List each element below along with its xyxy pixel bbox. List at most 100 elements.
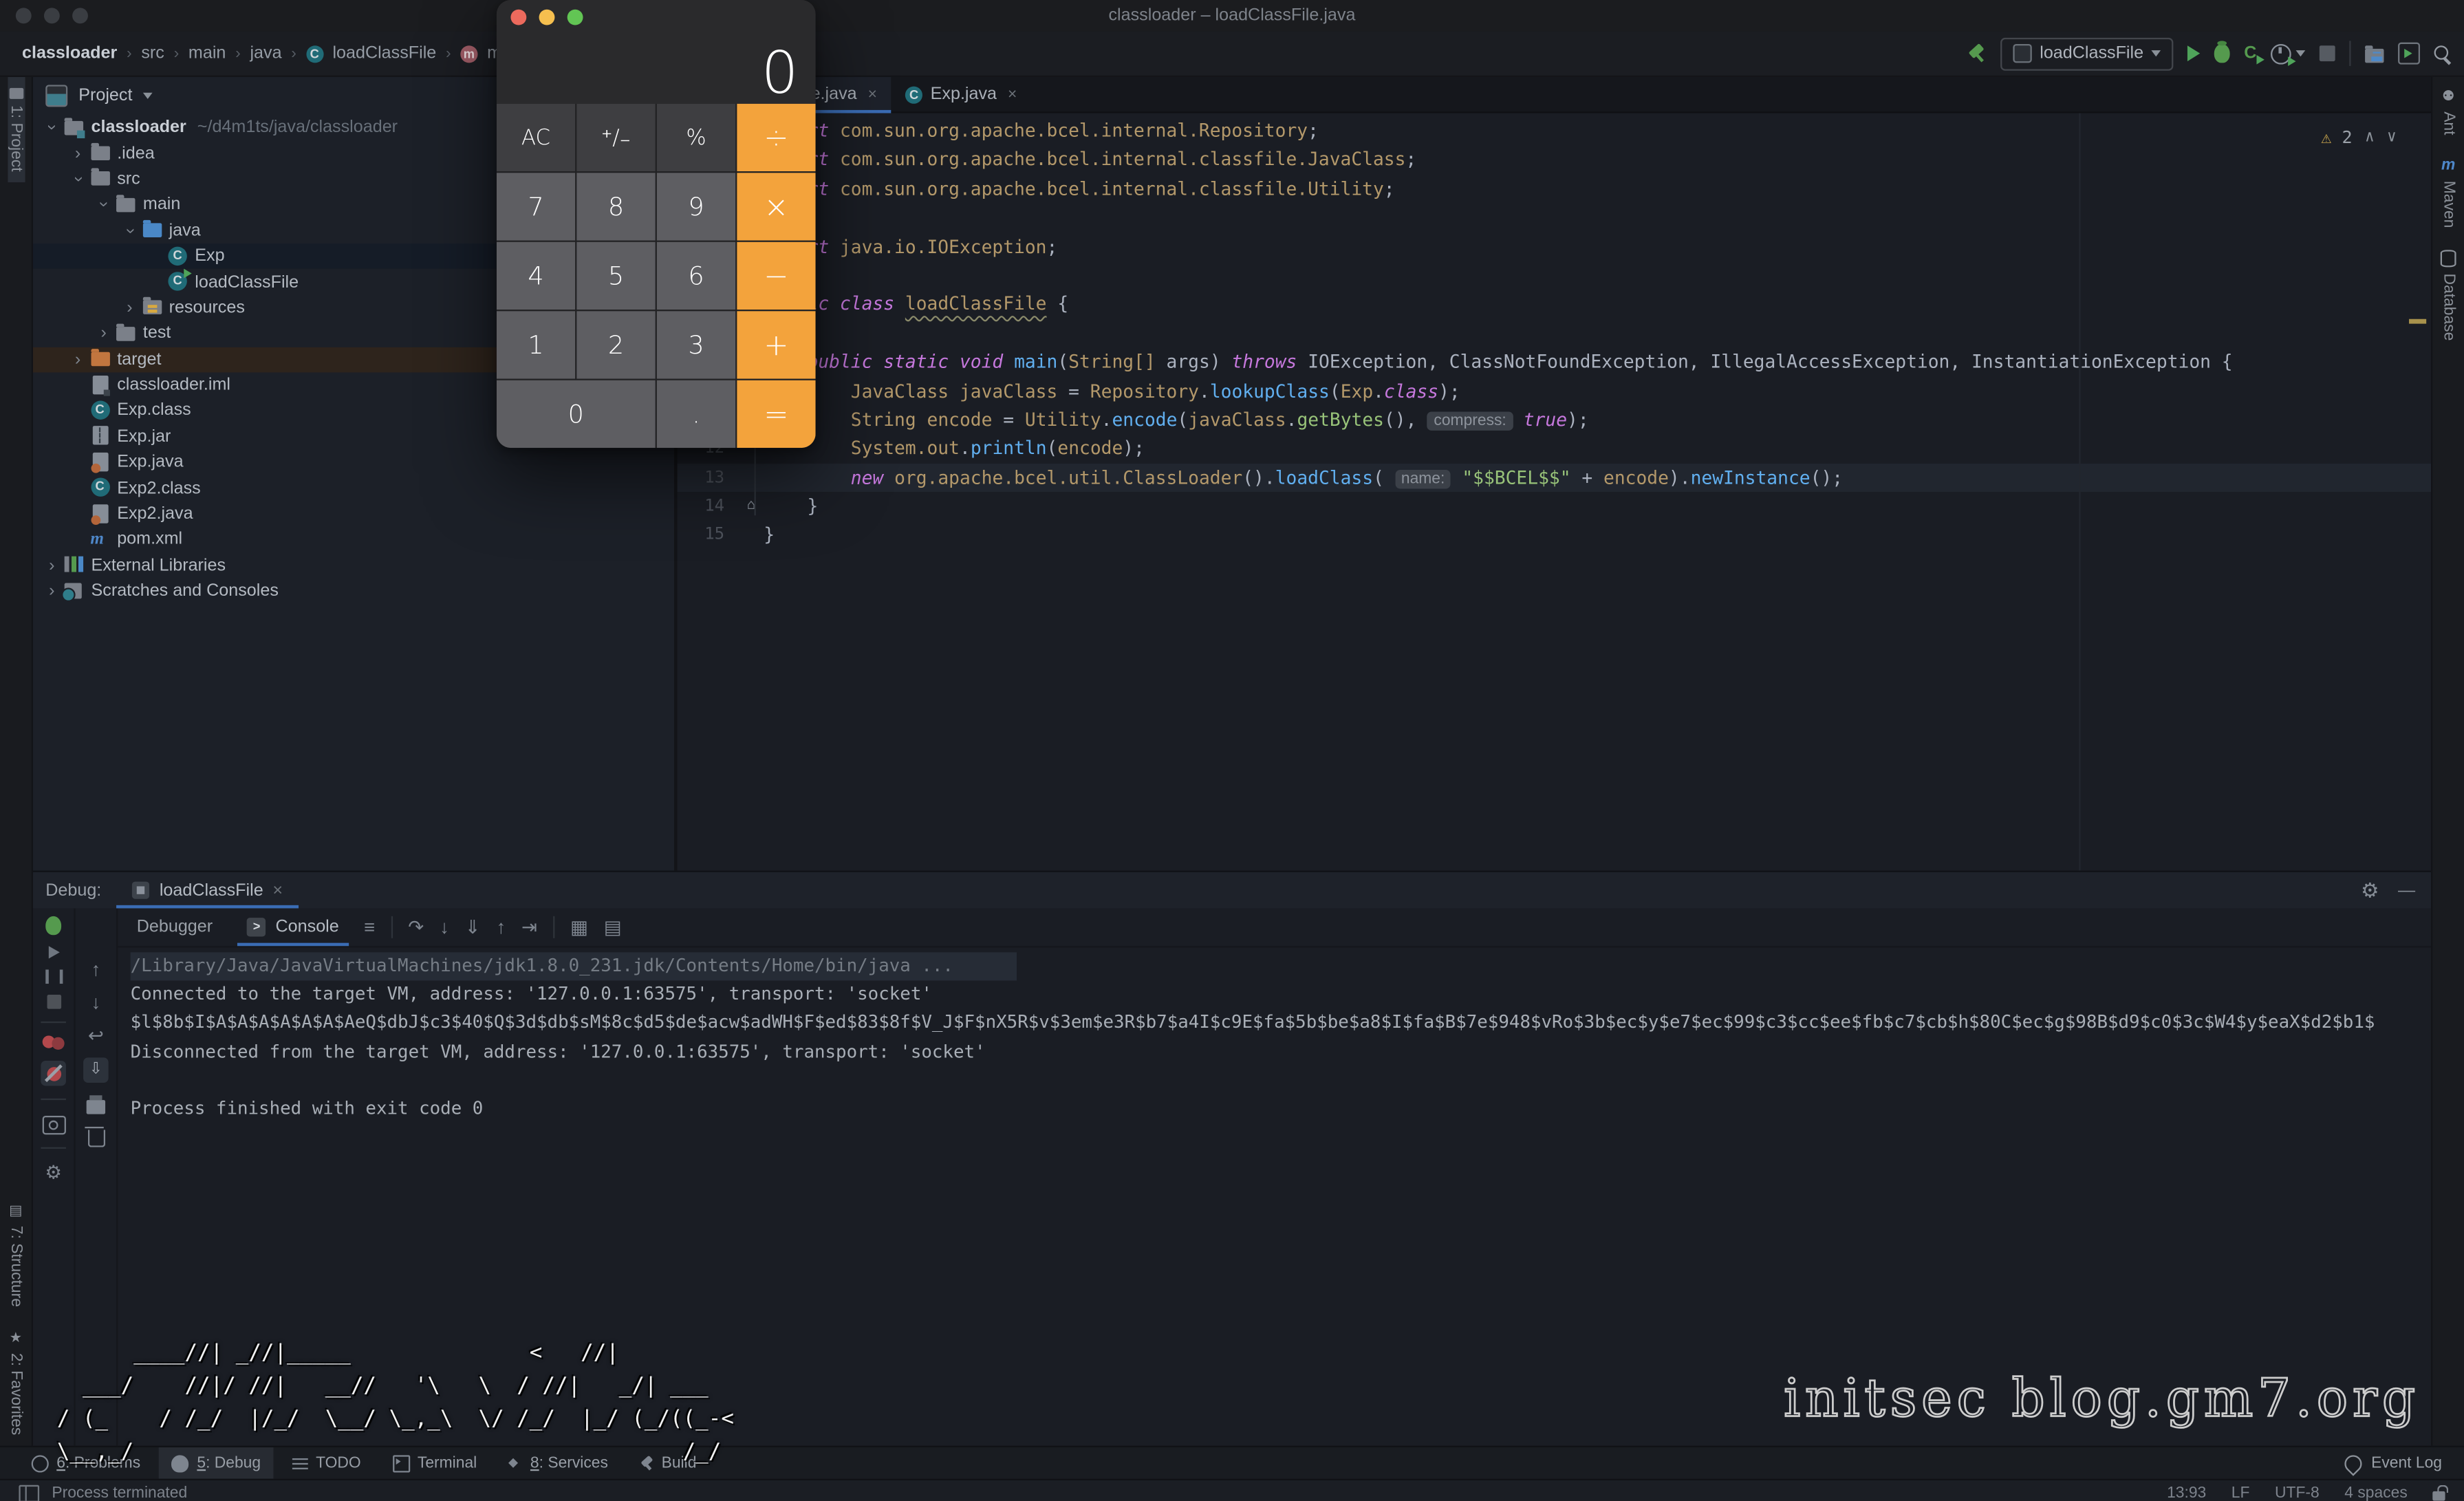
minimize-icon[interactable]: [539, 9, 555, 25]
caret-position[interactable]: 13:93: [2167, 1484, 2206, 1501]
run-anything-icon[interactable]: [2398, 42, 2421, 65]
close-tab-icon[interactable]: ×: [868, 86, 877, 103]
step-over-icon[interactable]: ↷: [408, 916, 424, 938]
tab-console[interactable]: > Console: [237, 908, 349, 947]
calc-button-0[interactable]: 0: [496, 380, 656, 449]
calc-button-=[interactable]: =: [737, 380, 816, 449]
calc-button-⁺/₋[interactable]: ⁺/₋: [576, 103, 656, 172]
thread-dump-button[interactable]: [41, 1115, 65, 1135]
tree-item-external-libraries[interactable]: › External Libraries: [33, 552, 674, 578]
tree-item-pom-xml[interactable]: m pom.xml: [33, 527, 674, 552]
run-with-coverage-button[interactable]: C: [2244, 43, 2265, 64]
chevron-down-icon[interactable]: ›: [120, 223, 139, 239]
calculator-window-controls[interactable]: [510, 9, 583, 25]
layout-menu-icon[interactable]: ≡: [364, 916, 375, 938]
debug-session-tab[interactable]: loadClassFile ×: [117, 872, 300, 909]
chevron-down-icon[interactable]: ›: [68, 171, 87, 187]
sidebar-item----structure[interactable]: ▤ 7: Structure: [7, 1191, 24, 1318]
calc-button-−[interactable]: −: [737, 241, 816, 310]
project-structure-icon[interactable]: [2365, 45, 2384, 63]
calc-button-4[interactable]: 4: [496, 241, 576, 310]
inspections-widget[interactable]: ⚠ 2 ∧ ∨: [2321, 124, 2397, 153]
calc-button-+[interactable]: +: [737, 311, 816, 379]
chevron-down-icon[interactable]: ›: [43, 120, 61, 136]
tab-debugger[interactable]: Debugger: [127, 918, 222, 936]
tree-item-exp2-java[interactable]: Exp2.java: [33, 501, 674, 526]
chevron-down-icon[interactable]: ›: [94, 197, 113, 213]
calc-button-2[interactable]: 2: [576, 311, 656, 379]
event-log-button[interactable]: Event Log: [2341, 1451, 2442, 1476]
sidebar-item----project[interactable]: 1: Project: [7, 76, 25, 183]
warning-stripe-mark[interactable]: [2409, 318, 2427, 324]
chevron-right-icon[interactable]: ›: [44, 582, 60, 601]
soft-wrap-icon[interactable]: ↩: [88, 1024, 104, 1046]
zoom-icon[interactable]: [567, 9, 583, 25]
calc-button-÷[interactable]: ÷: [737, 103, 816, 172]
print-icon[interactable]: [86, 1095, 106, 1114]
run-to-cursor-icon[interactable]: ⇥: [521, 916, 537, 938]
debug-button[interactable]: [2214, 41, 2230, 63]
breadcrumb-item[interactable]: java: [250, 44, 281, 63]
build-hammer-icon[interactable]: [1966, 43, 1987, 64]
up-stack-icon[interactable]: ↑: [91, 959, 100, 981]
prev-warning-icon[interactable]: ∧: [2365, 124, 2375, 153]
calc-button-5[interactable]: 5: [576, 241, 656, 310]
chevron-right-icon[interactable]: ›: [96, 324, 111, 343]
pause-button[interactable]: [45, 969, 63, 984]
stop-process-button[interactable]: [46, 995, 61, 1009]
sidebar-item-maven[interactable]: m Maven: [2440, 146, 2457, 239]
stop-button[interactable]: [2319, 45, 2335, 62]
chevron-right-icon[interactable]: ›: [70, 144, 86, 162]
calc-button-%[interactable]: %: [656, 103, 736, 172]
indent-setting[interactable]: 4 spaces: [2344, 1484, 2407, 1501]
calc-button-8[interactable]: 8: [576, 173, 656, 241]
run-button[interactable]: [2187, 45, 2201, 62]
hide-panel-icon[interactable]: —: [2398, 881, 2415, 899]
chevron-right-icon[interactable]: ›: [122, 299, 138, 317]
close-icon[interactable]: ×: [272, 881, 283, 899]
profiler-button[interactable]: [2271, 43, 2296, 65]
tool-windows-toggle-icon[interactable]: [19, 1484, 40, 1501]
resume-button[interactable]: [47, 946, 59, 959]
next-warning-icon[interactable]: ∨: [2387, 124, 2397, 153]
down-stack-icon[interactable]: ↓: [91, 991, 100, 1013]
calc-button-1[interactable]: 1: [496, 311, 576, 379]
tree-item-exp2-class[interactable]: C Exp2.class: [33, 475, 674, 501]
tree-item-exp-java[interactable]: Exp.java: [33, 450, 674, 475]
calc-button-6[interactable]: 6: [656, 241, 736, 310]
chevron-right-icon[interactable]: ›: [44, 556, 60, 574]
calc-button-×[interactable]: ×: [737, 173, 816, 241]
breadcrumb-item[interactable]: classloader: [22, 44, 117, 63]
editor-tab-exp-java[interactable]: C Exp.java ×: [891, 77, 1031, 111]
view-breakpoints-button[interactable]: [42, 1035, 65, 1050]
breadcrumb-item[interactable]: main: [188, 44, 226, 63]
lock-icon[interactable]: [2432, 1484, 2448, 1501]
breadcrumb-item[interactable]: loadClassFile: [332, 44, 436, 63]
force-step-into-icon[interactable]: ⇓: [465, 916, 481, 938]
scroll-to-end-icon[interactable]: ⇩: [83, 1057, 109, 1083]
search-everywhere-icon[interactable]: [2434, 45, 2452, 62]
code-editor[interactable]: 1import com.sun.org.apache.bcel.internal…: [677, 113, 2432, 871]
sidebar-item----favorites[interactable]: ★ 2: Favorites: [7, 1318, 24, 1446]
debug-settings-gear-icon[interactable]: ⚙: [2361, 878, 2379, 903]
clear-console-icon[interactable]: [85, 1125, 105, 1147]
line-separator[interactable]: LF: [2231, 1484, 2250, 1501]
mute-breakpoints-button[interactable]: [41, 1060, 66, 1086]
breadcrumb-item[interactable]: src: [141, 44, 164, 63]
calc-button-AC[interactable]: AC: [496, 103, 576, 172]
evaluate-expression-icon[interactable]: ▦: [570, 916, 588, 938]
sidebar-item-database[interactable]: Database: [2440, 239, 2457, 352]
step-out-icon[interactable]: ↑: [496, 916, 506, 938]
calc-button-.[interactable]: .: [656, 380, 736, 449]
restore-layout-icon[interactable]: ▤: [604, 916, 622, 938]
step-into-icon[interactable]: ↓: [440, 916, 449, 938]
calc-button-7[interactable]: 7: [496, 173, 576, 241]
run-configuration-select[interactable]: loadClassFile: [2000, 36, 2174, 70]
calc-button-3[interactable]: 3: [656, 311, 736, 379]
debugger-settings-gear-icon[interactable]: ⚙: [45, 1161, 62, 1183]
close-tab-icon[interactable]: ×: [1008, 86, 1017, 103]
tree-item-scratches-and-consoles[interactable]: › Scratches and Consoles: [33, 579, 674, 604]
calc-button-9[interactable]: 9: [656, 173, 736, 241]
file-encoding[interactable]: UTF-8: [2275, 1484, 2320, 1501]
chevron-down-icon[interactable]: [2295, 50, 2306, 57]
